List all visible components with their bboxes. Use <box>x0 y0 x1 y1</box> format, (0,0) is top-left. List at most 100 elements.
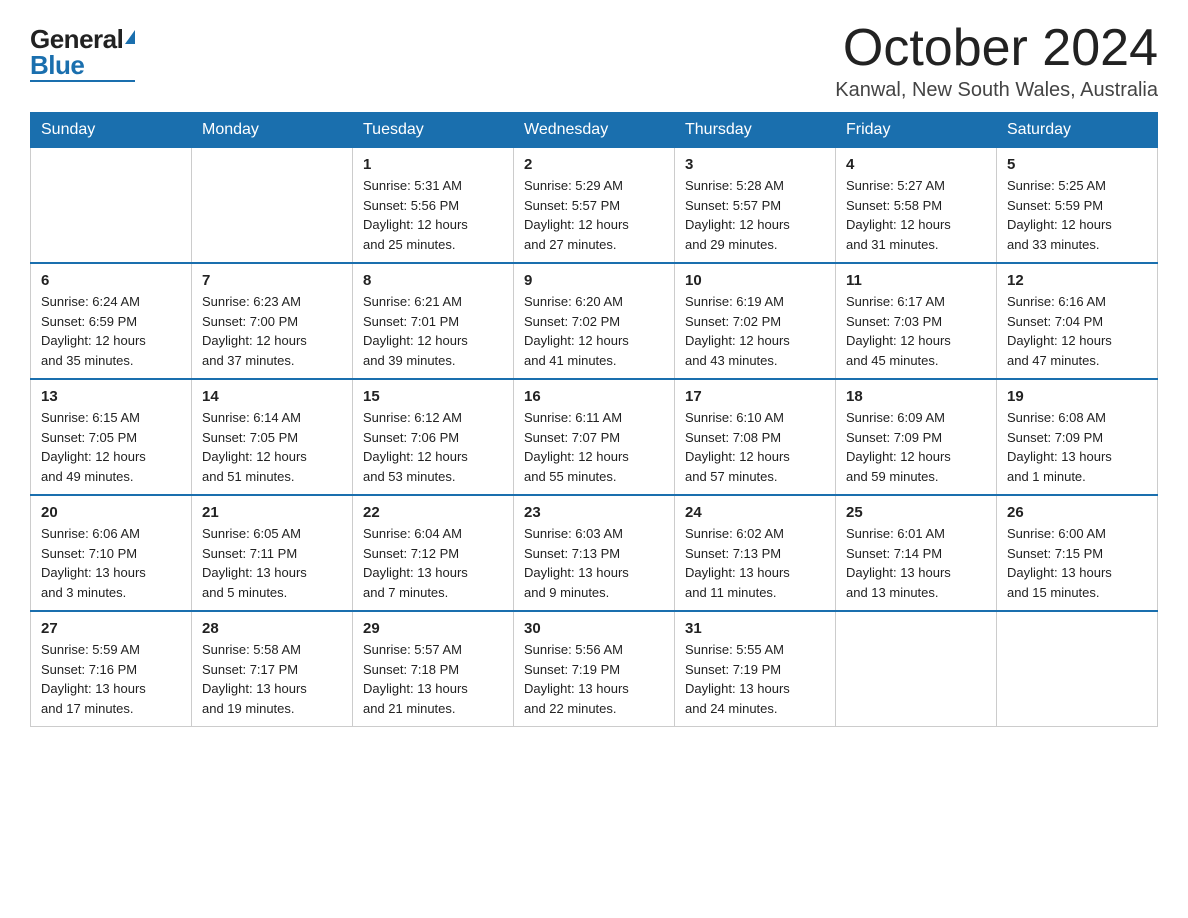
calendar-cell: 16Sunrise: 6:11 AMSunset: 7:07 PMDayligh… <box>514 379 675 495</box>
calendar-cell: 10Sunrise: 6:19 AMSunset: 7:02 PMDayligh… <box>675 263 836 379</box>
day-info: Sunrise: 6:15 AMSunset: 7:05 PMDaylight:… <box>41 408 181 486</box>
day-number: 13 <box>41 388 181 405</box>
day-info: Sunrise: 6:24 AMSunset: 6:59 PMDaylight:… <box>41 292 181 370</box>
day-number: 14 <box>202 388 342 405</box>
calendar-cell: 13 Sunrise: 6:15 AMSunset: 7:05 PMDayligh… <box>31 379 192 495</box>
day-info: Sunrise: 6:10 AMSunset: 7:08 PMDaylight:… <box>685 408 825 486</box>
day-number: 15 <box>363 388 503 405</box>
calendar-cell: 11 Sunrise: 6:17 AMSunset: 7:03 PMDayligh… <box>836 263 997 379</box>
day-info: Sunrise: 6:12 AMSunset: 7:06 PMDaylight:… <box>363 408 503 486</box>
calendar-cell: 31 Sunrise: 5:55 AMSunset: 7:19 PMDayligh… <box>675 611 836 727</box>
logo-underline <box>30 80 135 82</box>
day-number: 7 <box>202 272 342 289</box>
day-info: Sunrise: 6:16 AMSunset: 7:04 PMDaylight:… <box>1007 292 1147 370</box>
calendar-header-wednesday: Wednesday <box>514 113 675 148</box>
calendar-cell: 18 Sunrise: 6:09 AMSunset: 7:09 PMDayligh… <box>836 379 997 495</box>
day-number: 21 <box>202 504 342 521</box>
day-number: 31 <box>685 620 825 637</box>
calendar-cell: 20Sunrise: 6:06 AMSunset: 7:10 PMDayligh… <box>31 495 192 611</box>
calendar-cell <box>192 148 353 264</box>
calendar-week-2: 6 Sunrise: 6:24 AMSunset: 6:59 PMDaylight… <box>31 263 1158 379</box>
calendar-cell: 25 Sunrise: 6:01 AMSunset: 7:14 PMDayligh… <box>836 495 997 611</box>
page-title: October 2024 <box>835 20 1158 77</box>
title-block: October 2024 Kanwal, New South Wales, Au… <box>835 20 1158 102</box>
day-info: Sunrise: 6:14 AMSunset: 7:05 PMDaylight:… <box>202 408 342 486</box>
page-header: General Blue October 2024 Kanwal, New So… <box>30 20 1158 102</box>
calendar-cell: 17 Sunrise: 6:10 AMSunset: 7:08 PMDayligh… <box>675 379 836 495</box>
day-number: 29 <box>363 620 503 637</box>
logo-general: General <box>30 26 123 52</box>
day-number: 9 <box>524 272 664 289</box>
calendar-cell: 29Sunrise: 5:57 AMSunset: 7:18 PMDayligh… <box>353 611 514 727</box>
calendar-cell: 8 Sunrise: 6:21 AMSunset: 7:01 PMDaylight… <box>353 263 514 379</box>
day-info: Sunrise: 5:56 AMSunset: 7:19 PMDaylight:… <box>524 640 664 718</box>
calendar-header-row: SundayMondayTuesdayWednesdayThursdayFrid… <box>31 113 1158 148</box>
day-info: Sunrise: 6:03 AMSunset: 7:13 PMDaylight:… <box>524 524 664 602</box>
day-number: 24 <box>685 504 825 521</box>
day-number: 8 <box>363 272 503 289</box>
calendar-cell: 26 Sunrise: 6:00 AMSunset: 7:15 PMDayligh… <box>997 495 1158 611</box>
day-info: Sunrise: 5:55 AMSunset: 7:19 PMDaylight:… <box>685 640 825 718</box>
day-info: Sunrise: 6:21 AMSunset: 7:01 PMDaylight:… <box>363 292 503 370</box>
day-number: 23 <box>524 504 664 521</box>
day-number: 17 <box>685 388 825 405</box>
day-info: Sunrise: 5:58 AMSunset: 7:17 PMDaylight:… <box>202 640 342 718</box>
calendar-cell: 7 Sunrise: 6:23 AMSunset: 7:00 PMDaylight… <box>192 263 353 379</box>
day-info: Sunrise: 6:05 AMSunset: 7:11 PMDaylight:… <box>202 524 342 602</box>
calendar-cell: 12 Sunrise: 6:16 AMSunset: 7:04 PMDayligh… <box>997 263 1158 379</box>
day-info: Sunrise: 5:28 AMSunset: 5:57 PMDaylight:… <box>685 176 825 254</box>
day-number: 4 <box>846 156 986 173</box>
day-number: 11 <box>846 272 986 289</box>
calendar-table: SundayMondayTuesdayWednesdayThursdayFrid… <box>30 112 1158 727</box>
calendar-week-3: 13 Sunrise: 6:15 AMSunset: 7:05 PMDayligh… <box>31 379 1158 495</box>
day-number: 18 <box>846 388 986 405</box>
day-number: 27 <box>41 620 181 637</box>
day-number: 28 <box>202 620 342 637</box>
day-number: 19 <box>1007 388 1147 405</box>
calendar-cell: 21 Sunrise: 6:05 AMSunset: 7:11 PMDayligh… <box>192 495 353 611</box>
day-number: 6 <box>41 272 181 289</box>
calendar-week-5: 27 Sunrise: 5:59 AMSunset: 7:16 PMDayligh… <box>31 611 1158 727</box>
calendar-cell: 14 Sunrise: 6:14 AMSunset: 7:05 PMDayligh… <box>192 379 353 495</box>
calendar-cell <box>836 611 997 727</box>
calendar-cell: 9 Sunrise: 6:20 AMSunset: 7:02 PMDaylight… <box>514 263 675 379</box>
day-info: Sunrise: 6:17 AMSunset: 7:03 PMDaylight:… <box>846 292 986 370</box>
calendar-cell: 4Sunrise: 5:27 AMSunset: 5:58 PMDaylight… <box>836 148 997 264</box>
calendar-cell: 28 Sunrise: 5:58 AMSunset: 7:17 PMDayligh… <box>192 611 353 727</box>
day-info: Sunrise: 5:29 AMSunset: 5:57 PMDaylight:… <box>524 176 664 254</box>
calendar-cell <box>31 148 192 264</box>
day-info: Sunrise: 6:01 AMSunset: 7:14 PMDaylight:… <box>846 524 986 602</box>
day-info: Sunrise: 6:08 AMSunset: 7:09 PMDaylight:… <box>1007 408 1147 486</box>
calendar-cell: 15 Sunrise: 6:12 AMSunset: 7:06 PMDayligh… <box>353 379 514 495</box>
day-number: 12 <box>1007 272 1147 289</box>
calendar-cell <box>997 611 1158 727</box>
day-number: 10 <box>685 272 825 289</box>
day-info: Sunrise: 6:00 AMSunset: 7:15 PMDaylight:… <box>1007 524 1147 602</box>
calendar-header-sunday: Sunday <box>31 113 192 148</box>
calendar-header-monday: Monday <box>192 113 353 148</box>
day-number: 1 <box>363 156 503 173</box>
day-number: 5 <box>1007 156 1147 173</box>
day-number: 20 <box>41 504 181 521</box>
day-info: Sunrise: 5:31 AMSunset: 5:56 PMDaylight:… <box>363 176 503 254</box>
logo: General Blue <box>30 26 135 82</box>
day-number: 22 <box>363 504 503 521</box>
calendar-header-friday: Friday <box>836 113 997 148</box>
calendar-cell: 22 Sunrise: 6:04 AMSunset: 7:12 PMDayligh… <box>353 495 514 611</box>
day-number: 26 <box>1007 504 1147 521</box>
calendar-cell: 3 Sunrise: 5:28 AMSunset: 5:57 PMDaylight… <box>675 148 836 264</box>
day-info: Sunrise: 6:04 AMSunset: 7:12 PMDaylight:… <box>363 524 503 602</box>
day-info: Sunrise: 6:09 AMSunset: 7:09 PMDaylight:… <box>846 408 986 486</box>
day-info: Sunrise: 6:23 AMSunset: 7:00 PMDaylight:… <box>202 292 342 370</box>
calendar-cell: 24Sunrise: 6:02 AMSunset: 7:13 PMDayligh… <box>675 495 836 611</box>
calendar-week-4: 20Sunrise: 6:06 AMSunset: 7:10 PMDayligh… <box>31 495 1158 611</box>
day-number: 3 <box>685 156 825 173</box>
calendar-week-1: 1 Sunrise: 5:31 AMSunset: 5:56 PMDaylight… <box>31 148 1158 264</box>
calendar-cell: 5Sunrise: 5:25 AMSunset: 5:59 PMDaylight… <box>997 148 1158 264</box>
day-info: Sunrise: 6:20 AMSunset: 7:02 PMDaylight:… <box>524 292 664 370</box>
day-info: Sunrise: 5:59 AMSunset: 7:16 PMDaylight:… <box>41 640 181 718</box>
calendar-cell: 30Sunrise: 5:56 AMSunset: 7:19 PMDayligh… <box>514 611 675 727</box>
day-number: 25 <box>846 504 986 521</box>
calendar-cell: 19 Sunrise: 6:08 AMSunset: 7:09 PMDayligh… <box>997 379 1158 495</box>
day-number: 2 <box>524 156 664 173</box>
